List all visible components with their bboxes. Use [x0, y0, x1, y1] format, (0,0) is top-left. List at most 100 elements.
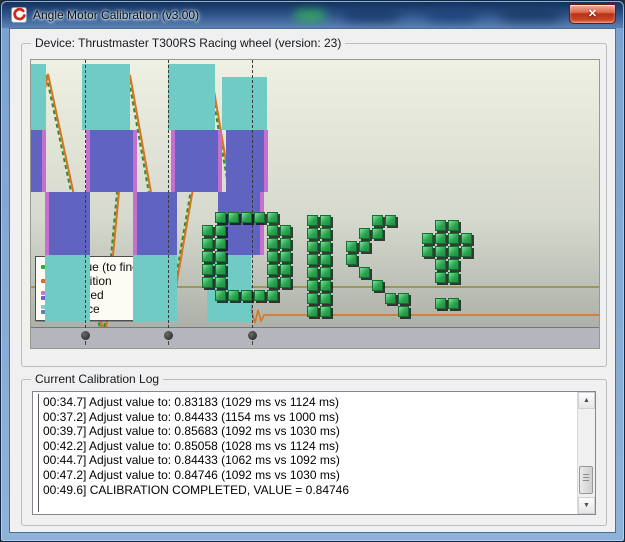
ok-block-letter-! [448, 272, 459, 283]
ok-block-letter-O [215, 225, 226, 236]
chart-rect-magenta [260, 192, 264, 255]
ok-block-letter-O [215, 290, 226, 301]
ok-block-letter-K [307, 293, 318, 304]
ok-block-letter-K [320, 215, 331, 226]
ok-block-letter-O [280, 225, 291, 236]
ok-block-letter-! [448, 298, 459, 309]
ok-block-letter-K [320, 228, 331, 239]
ok-block-letter-! [448, 220, 459, 231]
ok-block-letter-O [228, 290, 239, 301]
ok-block-letter-O [267, 264, 278, 275]
ok-block-letter-! [435, 233, 446, 244]
ok-block-letter-! [435, 298, 446, 309]
chart-axis-footer [31, 327, 599, 348]
ok-block-letter-K [385, 215, 396, 226]
ok-block-letter-O [267, 225, 278, 236]
chart-rect-magenta [218, 130, 222, 192]
ok-block-letter-K [320, 254, 331, 265]
ok-block-letter-K [398, 306, 409, 317]
client-area: Device: Thrustmaster T300RS Racing wheel… [9, 28, 616, 533]
log-line: 00:39.7] Adjust value to: 0.85683 (1092 … [43, 424, 575, 439]
chart-rect-purple [49, 192, 90, 255]
chart-rect-purple [90, 130, 133, 192]
chart-rect-cyan [222, 77, 267, 130]
axis-marker-tick [168, 341, 169, 345]
chart-rect-purple [137, 192, 177, 255]
scroll-up-icon[interactable]: ▲ [578, 392, 595, 409]
ok-block-letter-O [254, 212, 265, 223]
calibration-log-textbox[interactable]: 00:34.7] Adjust value to: 0.83183 (1029 … [32, 391, 596, 515]
red-swoosh-icon [12, 8, 26, 22]
ok-block-letter-O [280, 251, 291, 262]
window-title: Angle Motor Calibration (v3.00) [33, 8, 199, 22]
ok-block-letter-K [372, 228, 383, 239]
scrollbar-thumb[interactable] [579, 466, 593, 494]
chart-rect-purple [31, 130, 42, 192]
ok-block-letter-K [320, 267, 331, 278]
ok-block-letter-K [320, 280, 331, 291]
log-line: 00:42.2] Adjust value to: 0.85058 (1028 … [43, 439, 575, 454]
chart-rect-magenta [42, 130, 46, 192]
chart-rect-magenta [264, 130, 268, 192]
ok-block-letter-O [215, 277, 226, 288]
ok-block-letter-O [202, 277, 213, 288]
log-left-margin-line [38, 394, 39, 512]
ok-block-letter-O [280, 264, 291, 275]
chart-rect-cyan [168, 64, 215, 130]
chart-rect-cyan [133, 255, 177, 322]
title-bar[interactable]: Angle Motor Calibration (v3.00) ✕ [2, 2, 623, 28]
ok-block-letter-K [346, 241, 357, 252]
axis-marker-dot [164, 331, 173, 340]
ok-block-letter-O [267, 238, 278, 249]
ok-block-letter-K [320, 306, 331, 317]
axis-marker-dot [81, 331, 90, 340]
ok-block-letter-K [320, 293, 331, 304]
glass-reflection [342, 9, 400, 22]
chart-canvas: Value (to find)PositionSpeedForce [30, 59, 600, 349]
log-line: 00:37.2] Adjust value to: 0.84433 (1154 … [43, 410, 575, 425]
ok-block-letter-K [372, 215, 383, 226]
ok-block-letter-O [202, 238, 213, 249]
ok-block-letter-O [280, 277, 291, 288]
ok-block-letter-K [359, 241, 370, 252]
log-line: 00:34.7] Adjust value to: 0.83183 (1029 … [43, 395, 575, 410]
ok-block-letter-K [307, 228, 318, 239]
axis-marker-dot [248, 331, 257, 340]
log-text: 00:34.7] Adjust value to: 0.83183 (1029 … [43, 395, 575, 497]
ok-block-letter-! [435, 220, 446, 231]
ok-block-letter-K [307, 267, 318, 278]
log-groupbox-label: Current Calibration Log [31, 372, 163, 386]
ok-block-letter-! [435, 259, 446, 270]
ok-block-letter-O [202, 225, 213, 236]
ok-block-letter-K [307, 306, 318, 317]
ok-block-letter-K [372, 280, 383, 291]
ok-block-letter-! [461, 233, 472, 244]
log-line: 00:47.2] Adjust value to: 0.84746 (1092 … [43, 468, 575, 483]
ok-block-letter-O [202, 251, 213, 262]
ok-block-letter-O [202, 264, 213, 275]
ok-block-letter-K [359, 228, 370, 239]
ok-block-letter-! [422, 233, 433, 244]
device-groupbox: Device: Thrustmaster T300RS Racing wheel… [21, 43, 607, 367]
ok-block-letter-K [307, 280, 318, 291]
log-line: 00:44.7] Adjust value to: 0.84433 (1062 … [43, 453, 575, 468]
scroll-down-icon[interactable]: ▼ [578, 497, 595, 514]
chart-dashed-line [85, 60, 86, 328]
ok-block-letter-O [241, 212, 252, 223]
ok-block-letter-O [267, 251, 278, 262]
log-scrollbar[interactable]: ▲ ▼ [577, 392, 595, 514]
glass-reflection [500, 8, 562, 22]
log-line: 00:49.6] CALIBRATION COMPLETED, VALUE = … [43, 483, 575, 498]
ok-block-letter-K [307, 241, 318, 252]
chart-rect-purple [175, 130, 218, 192]
ok-block-letter-O [254, 290, 265, 301]
close-button[interactable]: ✕ [569, 4, 616, 24]
chart-rect-cyan [82, 64, 130, 130]
ok-block-letter-! [435, 272, 446, 283]
ok-block-letter-K [307, 215, 318, 226]
chart-rect-cyan [31, 64, 46, 130]
ok-block-letter-! [422, 246, 433, 257]
chart-rect-purple [226, 130, 264, 192]
ok-block-letter-K [320, 241, 331, 252]
app-window: Angle Motor Calibration (v3.00) ✕ Device… [0, 0, 625, 542]
